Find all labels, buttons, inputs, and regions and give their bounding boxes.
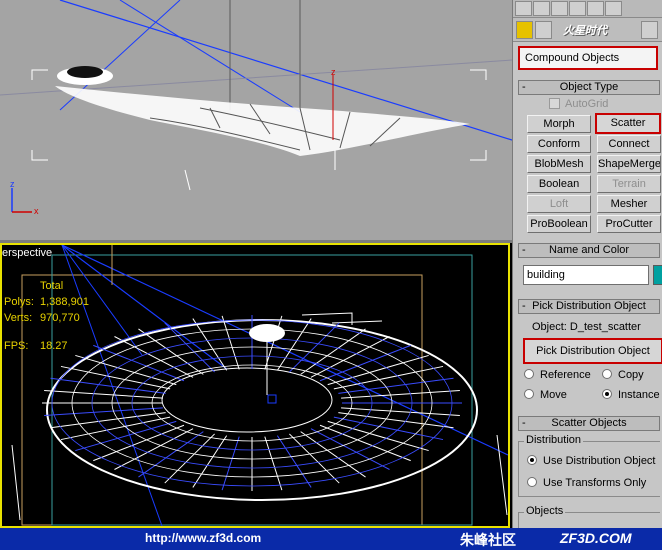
stats-header: Total	[40, 280, 64, 292]
gizmo-x-label: x	[34, 206, 39, 216]
top-z-label: z	[331, 67, 336, 77]
connect-button[interactable]: Connect	[597, 135, 661, 153]
object-color-swatch[interactable]	[653, 265, 662, 285]
viewport-label[interactable]: erspective	[2, 247, 52, 259]
gizmo-z-label: z	[10, 179, 15, 189]
footer-brand-cn: 朱峰社区	[460, 532, 516, 548]
watermark-logo: 火星时代	[563, 25, 607, 37]
pick-distribution-object-button[interactable]: Pick Distribution Object	[523, 338, 662, 364]
shapemerge-button[interactable]: ShapeMerge	[597, 155, 661, 173]
hierarchy-tab-icon[interactable]	[551, 1, 568, 16]
terrain-button[interactable]: Terrain	[597, 175, 661, 193]
scatter-objects-rollout[interactable]: - Scatter Objects	[518, 416, 660, 431]
create-tab-icon[interactable]	[515, 1, 532, 16]
move-radio[interactable]: Move	[524, 389, 567, 401]
utilities-tab-icon[interactable]	[605, 1, 622, 16]
display-tab-icon[interactable]	[587, 1, 604, 16]
stats-row-fps: FPS: 18.27	[4, 340, 68, 352]
distribution-object-label: Object: D_test_scatter	[532, 321, 641, 333]
instance-radio-dot[interactable]	[602, 389, 612, 399]
use-distribution-object-radio[interactable]: Use Distribution Object	[527, 455, 656, 467]
geometry-icon[interactable]	[516, 21, 533, 39]
command-panel: 火星时代 Compound Objects - Object Type AutoG…	[512, 0, 662, 528]
copy-radio-dot[interactable]	[602, 369, 612, 379]
use-transforms-only-dot[interactable]	[527, 477, 537, 487]
use-transforms-only-radio[interactable]: Use Transforms Only	[527, 477, 646, 489]
watermark-footer: http://www.zf3d.com 朱峰社区 ZF3D.COM	[0, 528, 662, 550]
command-panel-tabs	[513, 0, 662, 18]
modify-tab-icon[interactable]	[533, 1, 550, 16]
autogrid-checkbox[interactable]: AutoGrid	[549, 98, 608, 110]
create-category-row: 火星时代	[513, 18, 662, 42]
distribution-group-legend: Distribution	[524, 434, 584, 446]
object-type-rollout[interactable]: - Object Type	[518, 80, 660, 95]
systems-icon[interactable]	[641, 21, 658, 39]
scatter-button[interactable]: Scatter	[595, 113, 661, 134]
objects-group-legend: Objects	[524, 505, 566, 517]
blobmesh-button[interactable]: BlobMesh	[527, 155, 591, 173]
reference-radio[interactable]: Reference	[524, 369, 591, 381]
stats-row-polys: Polys: 1,388,901	[4, 296, 89, 308]
morph-button[interactable]: Morph	[527, 115, 591, 133]
footer-brand-en: ZF3D.COM	[560, 530, 632, 546]
loft-button[interactable]: Loft	[527, 195, 591, 213]
conform-button[interactable]: Conform	[527, 135, 591, 153]
use-distribution-object-dot[interactable]	[527, 455, 537, 465]
move-radio-dot[interactable]	[524, 389, 534, 399]
reference-radio-dot[interactable]	[524, 369, 534, 379]
perspective-viewport[interactable]: erspective Total Polys: 1,388,901 Verts: 9…	[0, 243, 510, 528]
motion-tab-icon[interactable]	[569, 1, 586, 16]
viewport-stats: Total Polys: 1,388,901 Verts: 970,770 FPS:…	[4, 278, 100, 354]
boolean-button[interactable]: Boolean	[527, 175, 591, 193]
category-dropdown[interactable]: Compound Objects	[518, 46, 658, 70]
object-name-input[interactable]: building	[523, 265, 649, 285]
procutter-button[interactable]: ProCutter	[597, 215, 661, 233]
objects-group: Objects	[518, 505, 660, 528]
copy-radio[interactable]: Copy	[602, 369, 644, 381]
pick-distribution-rollout[interactable]: - Pick Distribution Object	[518, 299, 660, 314]
shapes-icon[interactable]	[535, 21, 552, 39]
top-viewport[interactable]: z z x	[0, 0, 512, 240]
instance-radio[interactable]: Instance	[602, 389, 660, 401]
footer-url: http://www.zf3d.com	[145, 531, 262, 545]
stats-row-verts: Verts: 970,770	[4, 312, 80, 324]
top-viewport-wireframe: z z x	[0, 0, 512, 216]
mesher-button[interactable]: Mesher	[597, 195, 661, 213]
autogrid-box[interactable]	[549, 98, 560, 109]
name-and-color-rollout[interactable]: - Name and Color	[518, 243, 660, 258]
proboolean-button[interactable]: ProBoolean	[527, 215, 591, 233]
